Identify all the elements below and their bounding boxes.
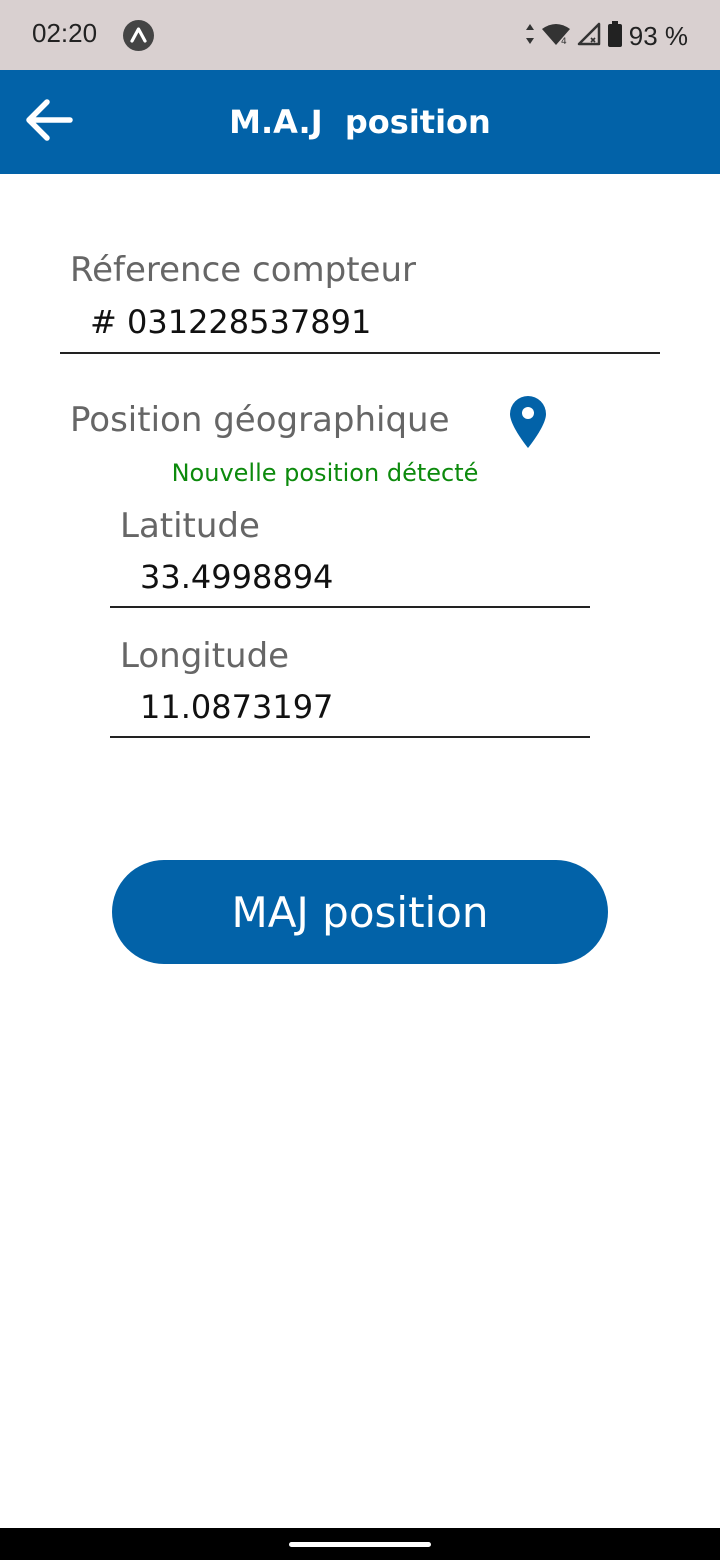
longitude-label: Longitude: [120, 636, 290, 676]
svg-text:4: 4: [561, 37, 567, 46]
position-label: Position géographique: [70, 400, 450, 440]
latitude-label: Latitude: [120, 506, 260, 546]
reference-label: Réference compteur: [70, 250, 416, 290]
page-title: M.A.J position: [229, 103, 491, 141]
detection-status: Nouvelle position détecté: [171, 459, 479, 487]
latitude-field[interactable]: 33.4998894: [140, 558, 333, 596]
status-bar: 02:20 4 93 %: [0, 0, 720, 70]
arrow-left-icon: [23, 98, 73, 146]
home-gesture-handle[interactable]: [289, 1542, 431, 1547]
app-indicator-icon: [123, 20, 154, 51]
latitude-underline: [110, 606, 590, 608]
app-bar: M.A.J position: [0, 70, 720, 174]
battery-icon: [607, 21, 623, 51]
wifi-icon: 4: [541, 22, 571, 50]
reference-underline: [60, 352, 660, 354]
battery-percent: 93 %: [628, 20, 688, 51]
longitude-field[interactable]: 11.0873197: [140, 688, 333, 726]
signal-icon: [577, 22, 601, 50]
longitude-underline: [110, 736, 590, 738]
status-time: 02:20: [32, 18, 98, 48]
navigation-bar: [0, 1528, 720, 1560]
reference-value: # 031228537891: [90, 303, 372, 341]
data-arrows-icon: [525, 23, 535, 49]
update-position-button[interactable]: MAJ position: [112, 860, 608, 964]
status-icons: 4 93 %: [525, 18, 688, 54]
back-button[interactable]: [18, 96, 78, 148]
location-pin-icon[interactable]: [506, 394, 550, 450]
